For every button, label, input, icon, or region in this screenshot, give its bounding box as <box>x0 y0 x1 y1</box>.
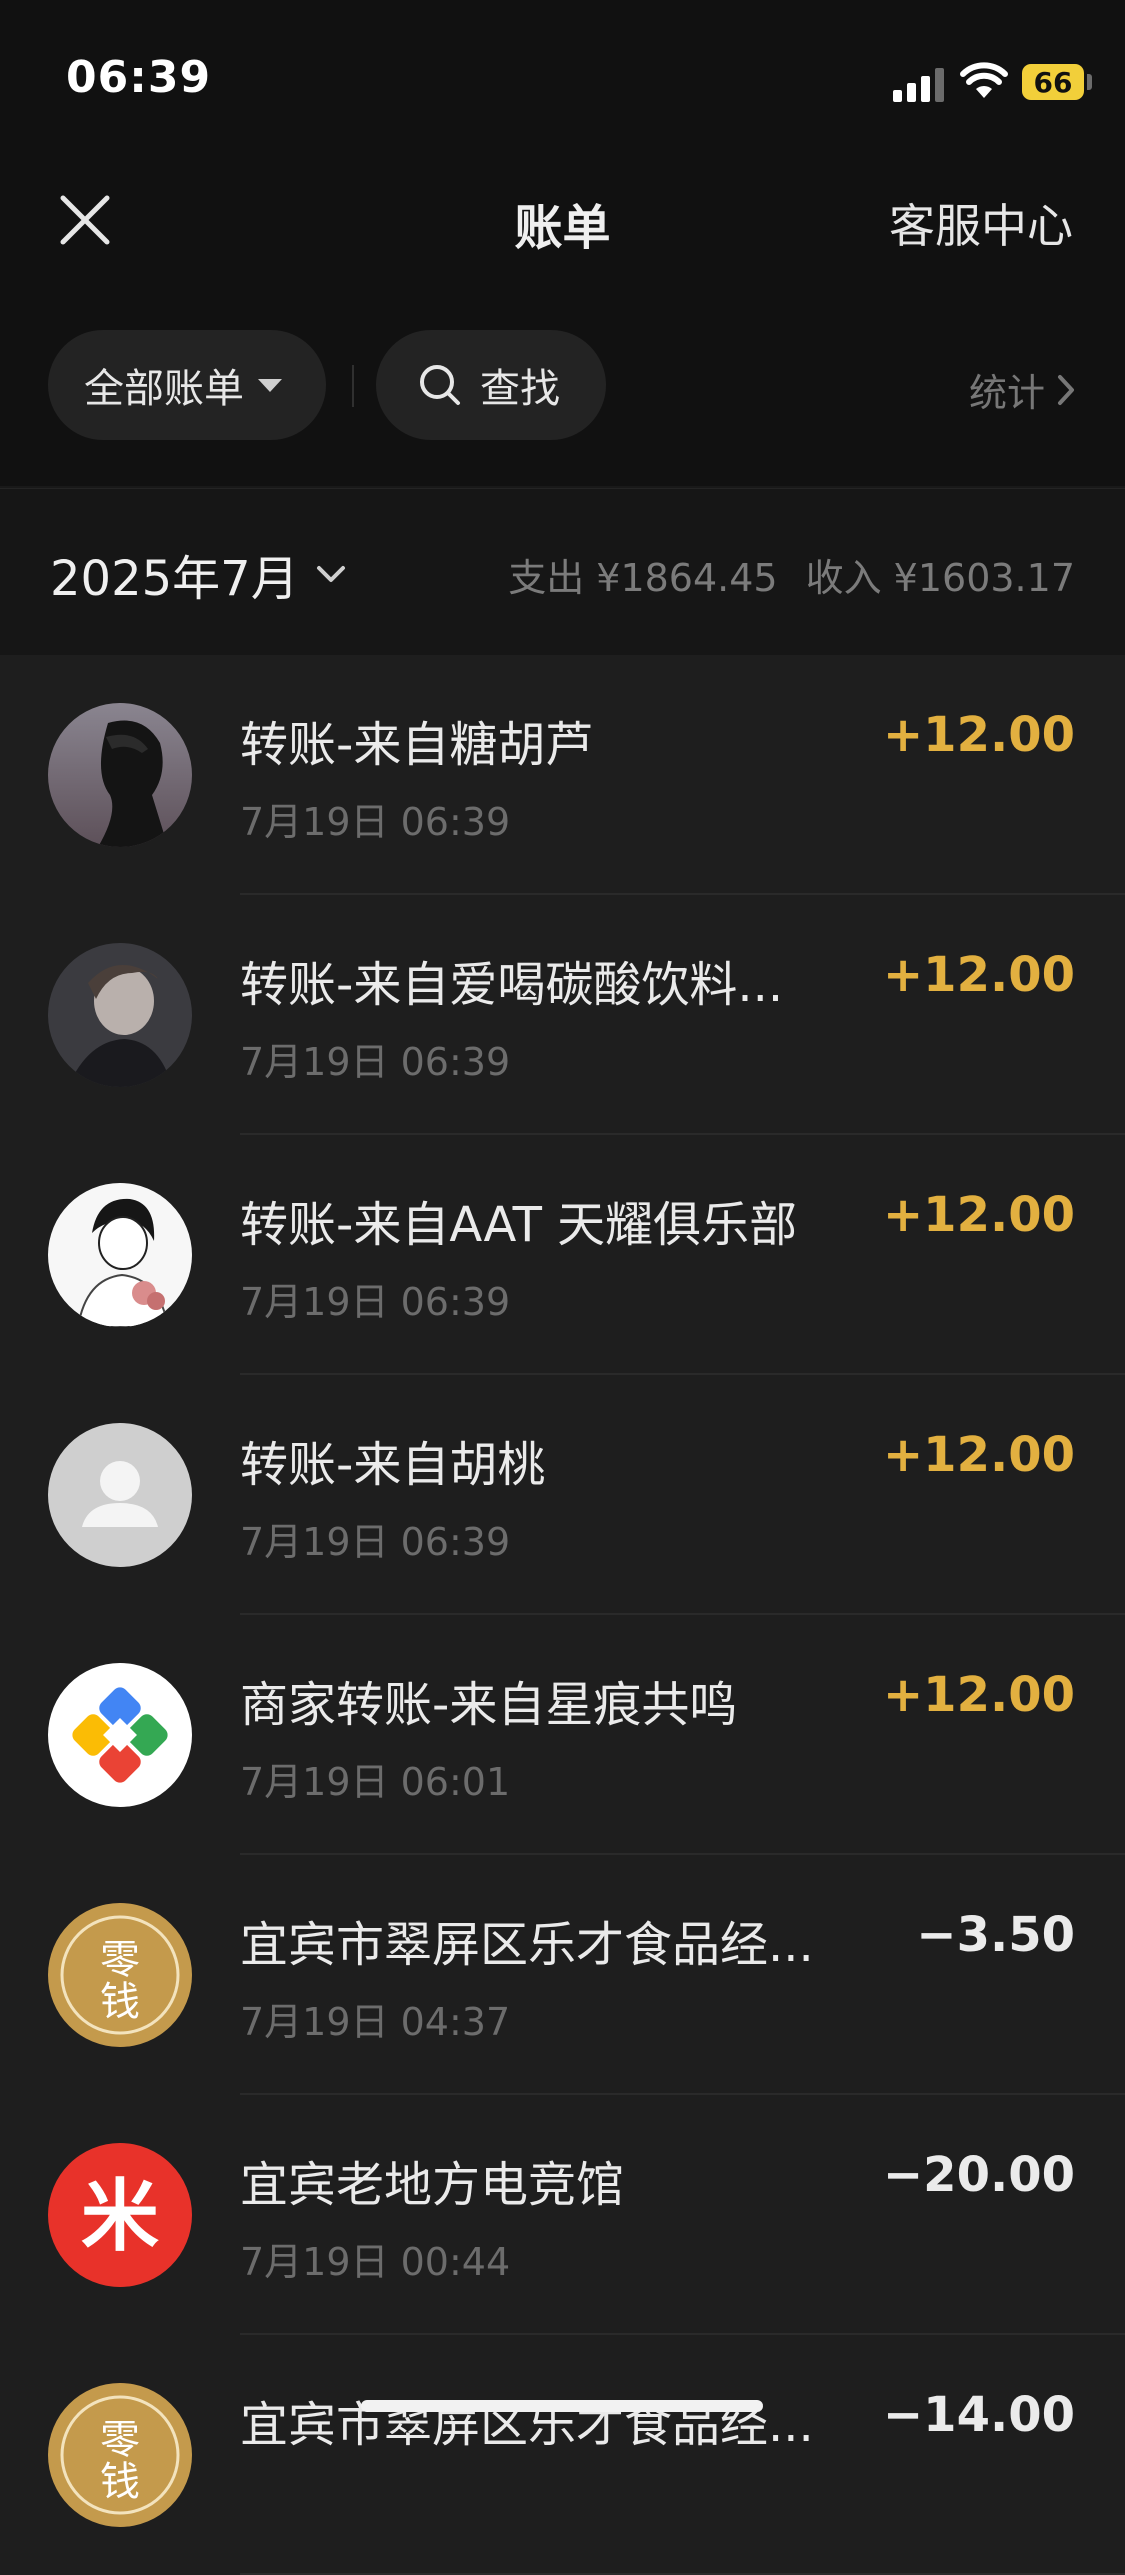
avatar: 米 <box>48 2143 192 2287</box>
search-button[interactable]: 查找 <box>376 330 606 440</box>
wifi-icon <box>960 62 1008 98</box>
transaction-date: 7月19日 00:44 <box>240 2240 511 2284</box>
svg-text:零: 零 <box>100 2417 140 2463</box>
month-selector[interactable]: 2025年7月 <box>50 539 347 609</box>
statistics-label: 统计 <box>968 371 1045 415</box>
transaction-title: 宜宾市翠屏区乐才食品经... <box>240 2397 814 2453</box>
transaction-row[interactable]: 米 宜宾老地方电竞馆 7月19日 00:44 −20.00 <box>0 2095 1125 2335</box>
transaction-date: 7月19日 06:39 <box>240 1280 511 1324</box>
transaction-row[interactable]: 转账-来自胡桃 7月19日 06:39 +12.00 <box>0 1375 1125 1615</box>
transaction-row[interactable]: 零 钱 宜宾市翠屏区乐才食品经... −14.00 <box>0 2335 1125 2575</box>
avatar <box>48 1663 192 1807</box>
avatar: 零 钱 <box>48 2383 192 2527</box>
month-label: 2025年7月 <box>50 551 299 607</box>
expense-total: 支出 ¥1864.45 <box>508 556 778 600</box>
chevron-right-icon <box>1058 374 1074 405</box>
svg-text:米: 米 <box>81 2172 159 2262</box>
transaction-list: 转账-来自糖胡芦 7月19日 06:39 +12.00 转账-来自爱喝碳酸饮料.… <box>0 655 1125 2575</box>
transaction-title: 转账-来自爱喝碳酸饮料... <box>240 957 784 1013</box>
transaction-date: 7月19日 06:01 <box>240 1760 511 1804</box>
wallet-change-icon: 零 钱 <box>48 2383 192 2527</box>
cellular-signal-icon <box>893 68 945 102</box>
top-navigation-bar: 账单 客服中心 <box>0 160 1125 330</box>
avatar <box>48 943 192 1087</box>
transaction-amount: −14.00 <box>882 2387 1075 2443</box>
income-total: 收入 ¥1603.17 <box>805 556 1075 600</box>
status-bar: 06:39 66 <box>0 0 1125 160</box>
status-time: 06:39 <box>66 52 212 103</box>
merchant-mi-logo-icon: 米 <box>48 2143 192 2287</box>
month-summary-header: 2025年7月 支出 ¥1864.45 收入 ¥1603.17 <box>0 488 1125 655</box>
search-icon <box>420 365 460 405</box>
avatar <box>48 1423 192 1567</box>
caret-down-icon <box>258 378 282 392</box>
transaction-date: 7月19日 06:39 <box>240 1040 511 1084</box>
transaction-row[interactable]: 商家转账-来自星痕共鸣 7月19日 06:01 +12.00 <box>0 1615 1125 1855</box>
svg-text:钱: 钱 <box>100 1979 140 2025</box>
month-totals: 支出 ¥1864.45 收入 ¥1603.17 <box>508 547 1075 602</box>
transaction-date: 7月19日 06:39 <box>240 1520 511 1564</box>
avatar <box>48 1183 192 1327</box>
svg-text:零: 零 <box>100 1937 140 1983</box>
transaction-amount: −20.00 <box>882 2147 1075 2203</box>
search-label: 查找 <box>480 366 560 412</box>
avatar: 零 钱 <box>48 1903 192 2047</box>
battery-indicator: 66 <box>1022 64 1084 100</box>
transaction-title: 宜宾市翠屏区乐才食品经... <box>240 1917 814 1973</box>
default-user-icon <box>48 1423 192 1567</box>
transaction-row[interactable]: 转账-来自爱喝碳酸饮料... 7月19日 06:39 +12.00 <box>0 895 1125 1135</box>
statistics-link[interactable]: 统计 <box>969 362 1077 417</box>
transaction-date: 7月19日 04:37 <box>240 2000 511 2044</box>
transaction-row[interactable]: 转账-来自糖胡芦 7月19日 06:39 +12.00 <box>0 655 1125 895</box>
transaction-amount: +12.00 <box>882 707 1075 763</box>
transaction-title: 转账-来自糖胡芦 <box>240 717 594 773</box>
transaction-title: 转账-来自AAT 天耀俱乐部 <box>240 1197 798 1253</box>
transaction-amount: +12.00 <box>882 947 1075 1003</box>
transaction-title: 宜宾老地方电竞馆 <box>240 2157 625 2213</box>
transaction-amount: −3.50 <box>916 1907 1075 1963</box>
merchant-logo-icon <box>48 1663 192 1807</box>
avatar <box>48 703 192 847</box>
transaction-amount: +12.00 <box>882 1667 1075 1723</box>
transaction-row[interactable]: 转账-来自AAT 天耀俱乐部 7月19日 06:39 +12.00 <box>0 1135 1125 1375</box>
transaction-date: 7月19日 06:39 <box>240 800 511 844</box>
transaction-title: 商家转账-来自星痕共鸣 <box>240 1677 738 1733</box>
customer-service-link[interactable]: 客服中心 <box>889 190 1073 256</box>
all-bills-dropdown[interactable]: 全部账单 <box>48 330 326 440</box>
transaction-amount: +12.00 <box>882 1187 1075 1243</box>
svg-text:钱: 钱 <box>100 2459 140 2505</box>
transaction-row[interactable]: 零 钱 宜宾市翠屏区乐才食品经... 7月19日 04:37 −3.50 <box>0 1855 1125 2095</box>
chevron-down-icon <box>316 566 345 582</box>
home-indicator[interactable] <box>361 2400 763 2412</box>
battery-nub <box>1087 74 1092 90</box>
divider <box>352 365 354 407</box>
wallet-change-icon: 零 钱 <box>48 1903 192 2047</box>
transaction-title: 转账-来自胡桃 <box>240 1437 546 1493</box>
transaction-amount: +12.00 <box>882 1427 1075 1483</box>
filter-bar: 全部账单 查找 统计 <box>0 320 1125 486</box>
all-bills-label: 全部账单 <box>84 366 244 412</box>
